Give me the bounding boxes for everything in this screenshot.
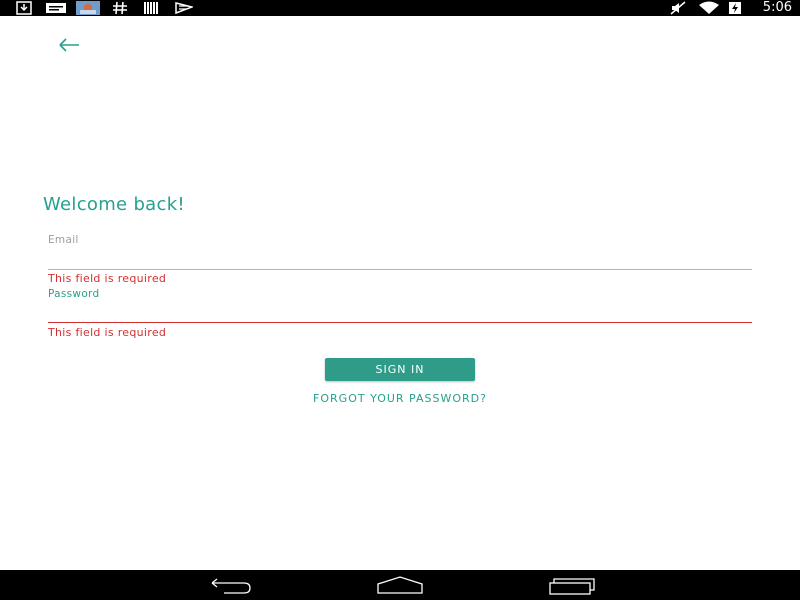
email-underline [48, 269, 752, 270]
password-label: Password [48, 288, 100, 300]
email-input[interactable] [48, 248, 752, 268]
password-underline [48, 322, 752, 323]
wifi-icon [699, 1, 719, 14]
nav-recents-button[interactable] [546, 575, 596, 595]
password-error: This field is required [48, 326, 167, 339]
nav-recents-icon [549, 578, 595, 595]
nav-back-button[interactable] [204, 575, 254, 595]
plane-icon [175, 2, 193, 15]
nav-home-button[interactable] [375, 575, 425, 595]
back-button[interactable] [54, 33, 84, 57]
password-field[interactable]: Password This field is required [48, 288, 752, 342]
battery-charging-icon [729, 2, 741, 14]
download-icon [16, 1, 32, 15]
email-field[interactable]: Email This field is required [48, 234, 752, 288]
sign-in-button[interactable]: SIGN IN [325, 358, 475, 381]
email-error: This field is required [48, 272, 167, 285]
forgot-password-link[interactable]: FORGOT YOUR PASSWORD? [200, 392, 600, 405]
page-title: Welcome back! [43, 194, 185, 215]
status-time: 5:06 [762, 0, 792, 15]
hashtag-icon [113, 1, 127, 15]
email-label: Email [48, 234, 79, 246]
barcode-icon [144, 2, 158, 14]
app-thumbnail-icon [76, 1, 100, 15]
message-icon [46, 3, 66, 13]
arrow-back-icon [59, 38, 79, 52]
password-input[interactable] [48, 302, 752, 322]
status-bar: 5:06 [0, 0, 800, 16]
navigation-bar [0, 570, 800, 600]
nav-home-icon [377, 576, 423, 594]
mute-icon [670, 1, 686, 15]
nav-back-icon [211, 578, 251, 594]
